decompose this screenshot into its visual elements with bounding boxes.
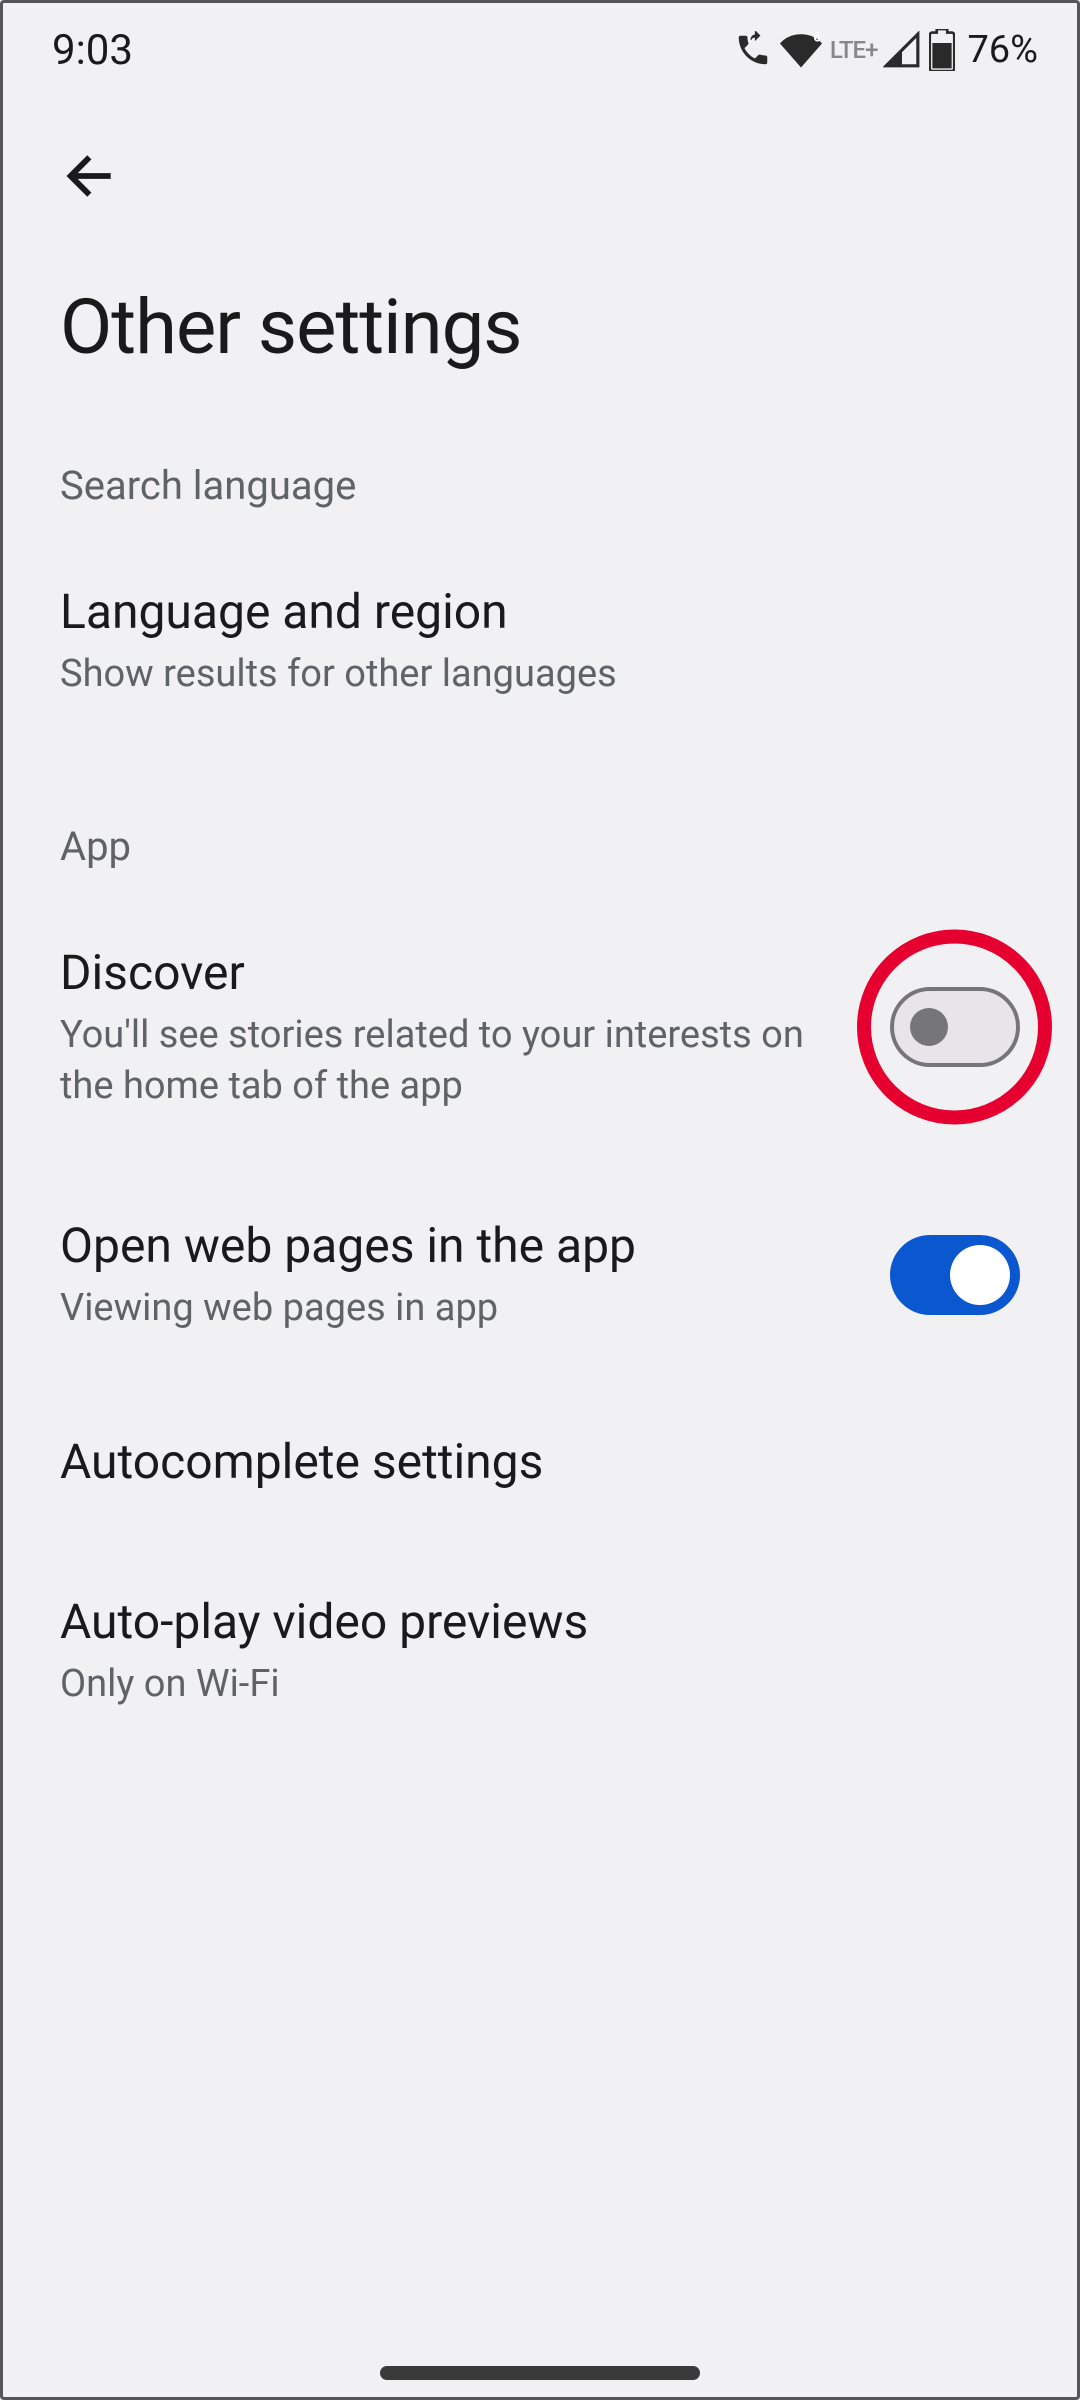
toggle-thumb — [950, 1245, 1010, 1305]
setting-title: Autocomplete settings — [60, 1431, 990, 1493]
setting-subtitle: Only on Wi-Fi — [60, 1659, 990, 1710]
setting-discover[interactable]: Discover You'll see stories related to y… — [0, 900, 1080, 1155]
status-time: 9:03 — [52, 26, 133, 75]
open-web-pages-toggle[interactable] — [890, 1235, 1020, 1315]
wifi-calling-icon — [734, 31, 772, 69]
svg-text:6: 6 — [813, 29, 821, 45]
toolbar — [0, 100, 1080, 242]
battery-icon — [929, 29, 955, 71]
back-button[interactable] — [60, 140, 132, 212]
battery-percentage: 76% — [967, 28, 1038, 72]
section-header-search-language: Search language — [0, 422, 1080, 539]
status-icons: 6 LTE+ 76% — [734, 28, 1038, 72]
status-bar: 9:03 6 LTE+ 76% — [0, 0, 1080, 100]
setting-language-region[interactable]: Language and region Show results for oth… — [0, 539, 1080, 743]
setting-autocomplete[interactable]: Autocomplete settings — [0, 1376, 1080, 1548]
setting-title: Language and region — [60, 581, 990, 643]
setting-title: Discover — [60, 942, 860, 1004]
wifi-icon: 6 — [780, 29, 822, 71]
setting-autoplay[interactable]: Auto-play video previews Only on Wi-Fi — [0, 1549, 1080, 1753]
setting-open-web-pages[interactable]: Open web pages in the app Viewing web pa… — [0, 1155, 1080, 1377]
toggle-thumb — [910, 1008, 948, 1046]
setting-subtitle: Show results for other languages — [60, 649, 990, 700]
back-arrow-icon — [60, 144, 124, 208]
setting-subtitle: Viewing web pages in app — [60, 1283, 860, 1334]
signal-icon — [883, 31, 921, 69]
navigation-handle[interactable] — [380, 2366, 700, 2380]
lte-label: LTE+ — [830, 36, 878, 64]
setting-subtitle: You'll see stories related to your inter… — [60, 1010, 860, 1113]
discover-toggle[interactable] — [890, 987, 1020, 1067]
section-header-app: App — [0, 783, 1080, 900]
setting-title: Open web pages in the app — [60, 1215, 860, 1277]
page-title: Other settings — [0, 242, 1080, 422]
setting-title: Auto-play video previews — [60, 1591, 990, 1653]
